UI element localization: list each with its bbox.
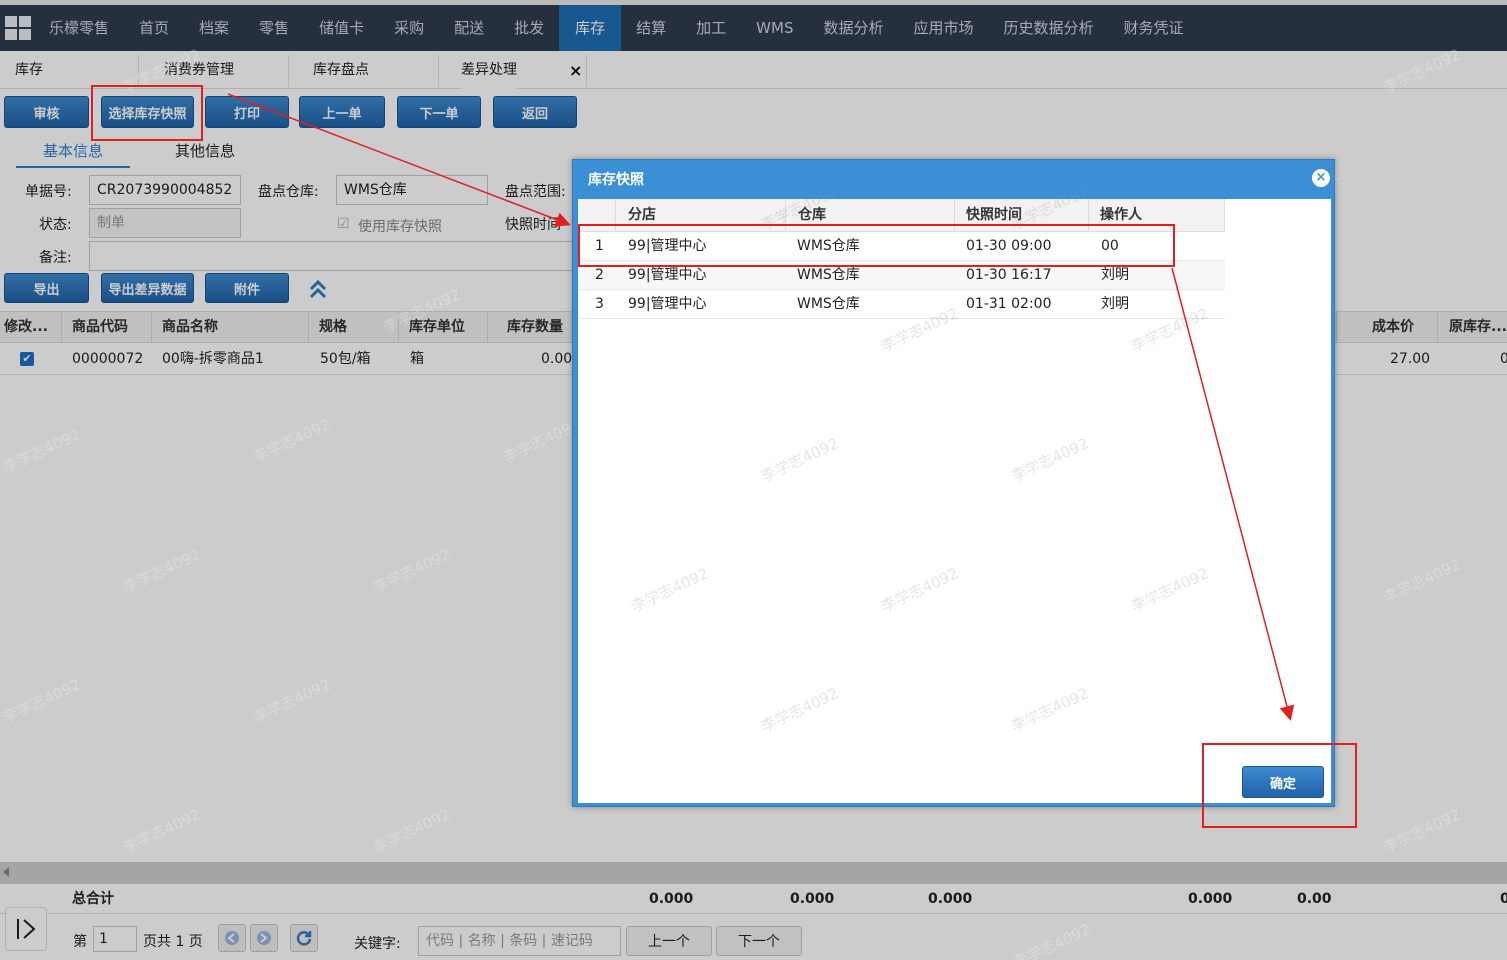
watermark-text: 李学志4092 — [628, 564, 712, 616]
dialog-body: 分店 仓库 快照时间 操作人 1 99|管理中心 WMS仓库 01-30 09:… — [578, 182, 1331, 803]
dialog-close-icon[interactable]: × — [1312, 169, 1330, 187]
annotation-box-confirm — [1202, 743, 1357, 828]
dialog-title: 库存快照 — [588, 172, 644, 188]
annotation-box-snapshot-button — [91, 85, 203, 141]
cell-operator: 刘明 — [1101, 296, 1129, 312]
watermark-text: 李学志4092 — [1128, 564, 1212, 616]
cell-warehouse: WMS仓库 — [797, 296, 860, 312]
watermark-text: 李学志4092 — [1008, 434, 1092, 486]
annotation-box-first-row — [578, 224, 1175, 267]
watermark-text: 李学志4092 — [1008, 684, 1092, 736]
watermark-text: 李学志4092 — [758, 434, 842, 486]
cell-snapshot-time: 01-31 02:00 — [966, 296, 1052, 312]
row-number: 3 — [595, 296, 604, 312]
watermark-text: 李学志4092 — [758, 684, 842, 736]
watermark-text: 李学志4092 — [878, 564, 962, 616]
cell-store: 99|管理中心 — [628, 296, 707, 312]
